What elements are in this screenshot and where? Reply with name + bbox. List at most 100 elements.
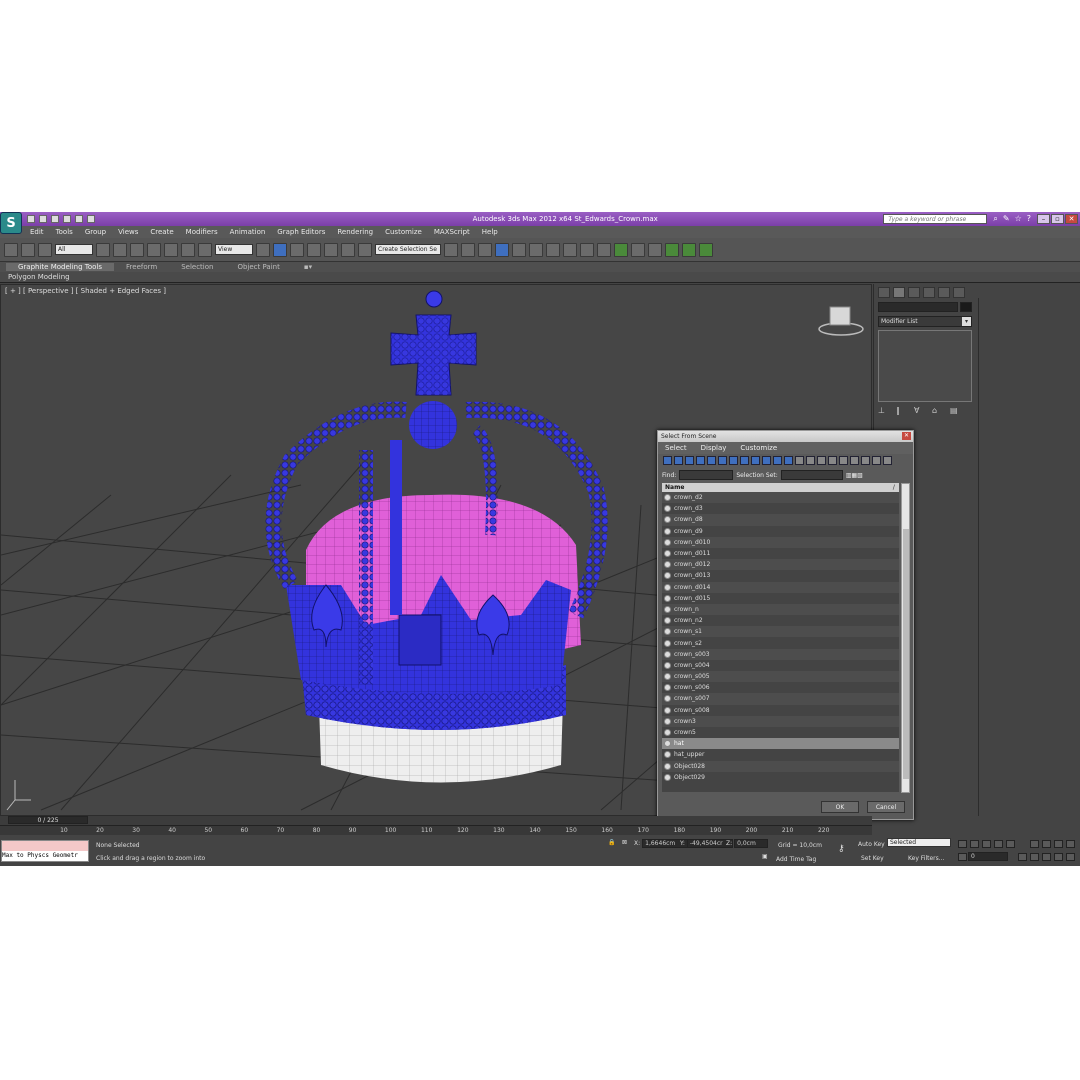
help-icon[interactable]: ?: [1027, 214, 1031, 224]
close-button[interactable]: ✕: [1065, 214, 1078, 224]
modifier-stack[interactable]: [878, 330, 972, 402]
rectangle-selection-icon[interactable]: [130, 242, 144, 257]
display-containers-icon[interactable]: [762, 456, 771, 465]
list-item[interactable]: crown_n: [662, 603, 899, 616]
tab-object-paint[interactable]: Object Paint: [225, 263, 291, 271]
search-icon[interactable]: ⌕: [993, 214, 997, 224]
undo-icon[interactable]: [63, 215, 71, 223]
go-to-start-icon[interactable]: [958, 840, 967, 848]
list-item[interactable]: crown_d8: [662, 514, 899, 526]
tab-freeform[interactable]: Freeform: [114, 263, 169, 271]
z-field[interactable]: 0,0cm: [734, 839, 769, 848]
named-selection-dropdown[interactable]: Create Selection Se: [375, 244, 441, 255]
object-list[interactable]: crown_d2 crown_d3 crown_d8 crown_d9 crown_d0…: [662, 492, 899, 792]
list-item[interactable]: crown_s006: [662, 682, 899, 693]
display-groups-icon[interactable]: [729, 456, 738, 465]
time-config-icon[interactable]: [1018, 853, 1027, 861]
list-item[interactable]: crown_d9: [662, 526, 899, 537]
track-bar[interactable]: 10 20 30 40 50 60 70 80 90 100 110 120 130 140 150 160 1…: [0, 825, 872, 835]
align-icon[interactable]: [461, 242, 475, 257]
rendered-frame-icon[interactable]: [580, 242, 594, 257]
orbit-icon[interactable]: [1054, 853, 1063, 861]
selection-set-tools-icon[interactable]: ▥▦▧: [846, 472, 863, 479]
list-item[interactable]: crown_d012: [662, 559, 899, 571]
viewport-label[interactable]: [ + ] [ Perspective ] [ Shaded + Edged F…: [5, 287, 166, 295]
menu-graph-editors[interactable]: Graph Editors: [271, 228, 331, 236]
snap-toggle-icon[interactable]: [290, 242, 304, 257]
dialog-menu-select[interactable]: Select: [658, 444, 694, 452]
menu-edit[interactable]: Edit: [24, 228, 50, 236]
chevron-down-icon[interactable]: ▾: [962, 317, 971, 326]
curve-editor-icon[interactable]: [512, 242, 526, 257]
lock-selection-icon[interactable]: 🔒: [608, 839, 615, 846]
new-file-icon[interactable]: [27, 215, 35, 223]
filter-icon[interactable]: [872, 456, 881, 465]
current-frame-field[interactable]: 0: [968, 852, 1008, 861]
field-of-view-icon[interactable]: [1030, 853, 1039, 861]
scrollbar-thumb[interactable]: [903, 529, 909, 779]
list-item[interactable]: hat_upper: [662, 749, 899, 760]
list-item[interactable]: crown_s1: [662, 626, 899, 638]
list-item[interactable]: crown_s005: [662, 671, 899, 683]
remove-modifier-icon[interactable]: ⌂: [932, 406, 942, 416]
list-item[interactable]: crown5: [662, 727, 899, 738]
selection-filter-dropdown[interactable]: All: [55, 244, 93, 255]
motion-tab-icon[interactable]: [923, 287, 935, 298]
key-icon[interactable]: ⚷: [838, 844, 845, 854]
next-frame-icon[interactable]: [994, 840, 1003, 848]
select-link-icon[interactable]: [4, 242, 18, 257]
dialog-close-icon[interactable]: ✕: [902, 432, 911, 440]
menu-customize[interactable]: Customize: [379, 228, 428, 236]
move-icon[interactable]: [164, 242, 178, 257]
polygon-modeling-panel[interactable]: Polygon Modeling: [0, 273, 70, 281]
list-item[interactable]: Object028: [662, 760, 899, 772]
pivot-center-icon[interactable]: [256, 242, 270, 257]
menu-views[interactable]: Views: [112, 228, 144, 236]
simulation-reset-icon[interactable]: [699, 242, 713, 257]
help-search-input[interactable]: Type a keyword or phrase: [883, 214, 988, 224]
list-item[interactable]: crown_n2: [662, 615, 899, 626]
zoom-extents-icon[interactable]: [1054, 840, 1063, 848]
previous-frame-icon[interactable]: [970, 840, 979, 848]
simulation-step-icon[interactable]: [682, 242, 696, 257]
tab-graphite-modeling-tools[interactable]: Graphite Modeling Tools: [6, 263, 115, 271]
display-shapes-icon[interactable]: [674, 456, 683, 465]
pan-view-icon[interactable]: [1042, 853, 1051, 861]
bind-space-warp-icon[interactable]: [38, 242, 52, 257]
render-setup-icon[interactable]: [563, 242, 577, 257]
percent-snap-icon[interactable]: [324, 242, 338, 257]
ok-button[interactable]: OK: [821, 801, 859, 813]
display-invert-icon[interactable]: [817, 456, 826, 465]
key-filters-button[interactable]: Key Filters...: [908, 855, 945, 862]
list-item[interactable]: crown_d013: [662, 570, 899, 581]
object-list-scrollbar[interactable]: [901, 483, 910, 793]
select-object-icon[interactable]: [96, 242, 110, 257]
play-icon[interactable]: [982, 840, 991, 848]
list-item[interactable]: crown_d2: [662, 492, 899, 504]
list-item[interactable]: crown_s007: [662, 693, 899, 705]
select-invert-icon[interactable]: [850, 456, 859, 465]
maxscript-listener[interactable]: Max to Physcs Geometr: [1, 840, 89, 862]
menu-maxscript[interactable]: MAXScript: [428, 228, 476, 236]
layer-manager-icon[interactable]: [478, 242, 492, 257]
spinner-snap-icon[interactable]: [341, 242, 355, 257]
list-item[interactable]: crown_s2: [662, 637, 899, 648]
configure-sets-icon[interactable]: ▤: [950, 406, 960, 416]
list-item[interactable]: crown_s003: [662, 648, 899, 660]
modify-tab-icon[interactable]: [893, 287, 905, 298]
select-all-icon[interactable]: [828, 456, 837, 465]
menu-help[interactable]: Help: [476, 228, 504, 236]
cancel-button[interactable]: Cancel: [867, 801, 905, 813]
menu-modifiers[interactable]: Modifiers: [180, 228, 224, 236]
key-mode-toggle-icon[interactable]: [958, 853, 967, 861]
absolute-mode-icon[interactable]: ⊠: [622, 839, 627, 846]
rotate-icon[interactable]: [181, 242, 195, 257]
open-file-icon[interactable]: [39, 215, 47, 223]
minimize-button[interactable]: –: [1037, 214, 1050, 224]
window-crossing-icon[interactable]: [147, 242, 161, 257]
display-none-icon[interactable]: [806, 456, 815, 465]
set-key-button[interactable]: Set Key: [861, 855, 884, 862]
maxscript-input[interactable]: [2, 841, 88, 851]
menu-rendering[interactable]: Rendering: [331, 228, 379, 236]
select-none-icon[interactable]: [839, 456, 848, 465]
